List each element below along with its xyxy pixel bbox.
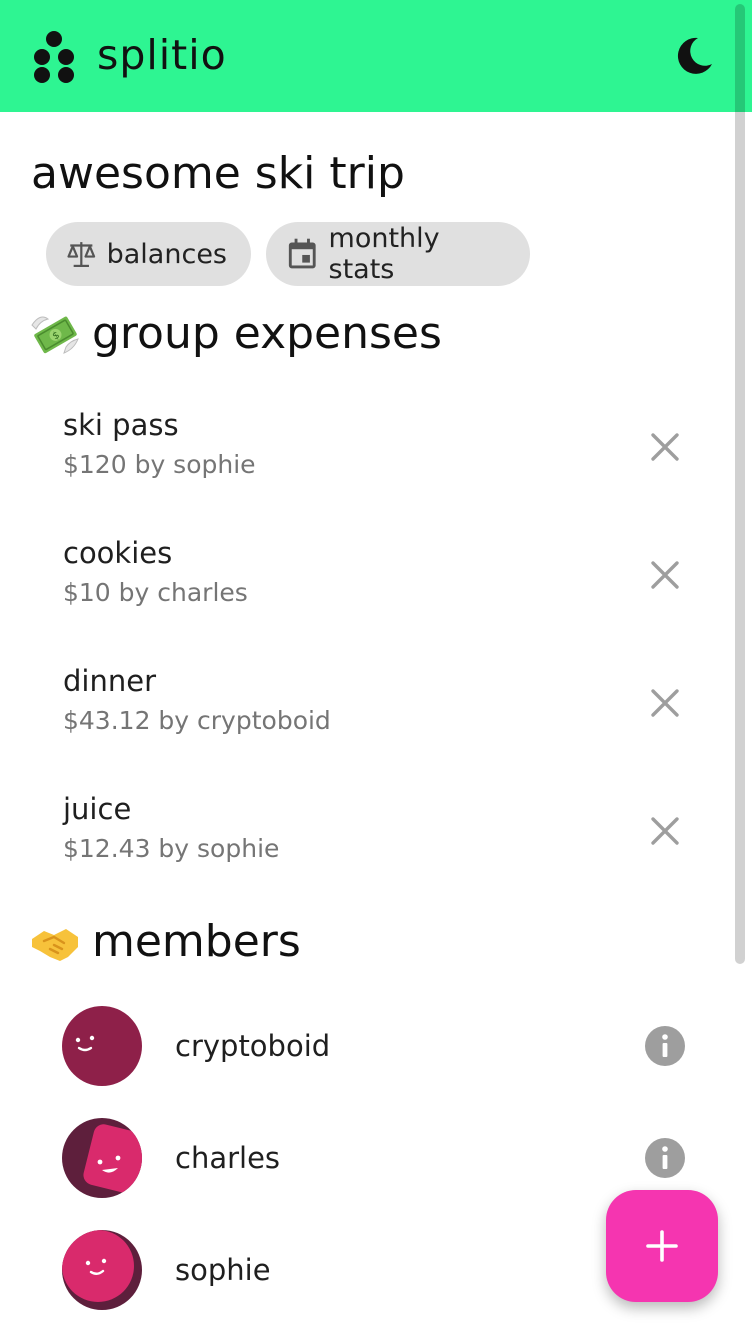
member-name: sophie: [175, 1253, 271, 1287]
member-name: cryptoboid: [175, 1029, 331, 1063]
expense-detail: $43.12 by cryptoboid: [63, 706, 331, 735]
app-bar: splitio: [0, 0, 752, 112]
avatar: [62, 1230, 142, 1310]
close-icon[interactable]: [645, 427, 685, 467]
expenses-title-text: group expenses: [92, 308, 442, 359]
splitio-logo-icon: [34, 31, 74, 83]
moon-icon[interactable]: [672, 34, 716, 78]
members-title-text: members: [92, 916, 301, 967]
expense-name: cookies: [63, 536, 173, 570]
balances-chip[interactable]: balances: [46, 222, 251, 286]
plus-icon: [646, 1230, 678, 1262]
close-icon[interactable]: [645, 555, 685, 595]
avatar: [62, 1006, 142, 1086]
expense-name: ski pass: [63, 408, 179, 442]
handshake-icon: [32, 929, 78, 961]
calendar-icon: [288, 238, 316, 269]
page-title: awesome ski trip: [31, 148, 405, 199]
members-section-title: members: [30, 912, 301, 972]
expense-name: dinner: [63, 664, 156, 698]
close-icon[interactable]: [645, 683, 685, 723]
expense-item[interactable]: ski pass $120 by sophie: [0, 405, 735, 533]
member-row[interactable]: cryptoboid: [0, 1000, 735, 1112]
money-with-wings-icon: $: [31, 316, 79, 354]
expense-detail: $120 by sophie: [63, 450, 256, 479]
add-expense-button[interactable]: [606, 1190, 718, 1302]
scale-icon: [67, 242, 96, 268]
expense-detail: $12.43 by sophie: [63, 834, 280, 863]
expense-detail: $10 by charles: [63, 578, 248, 607]
expenses-section-title: $ group expenses: [30, 304, 442, 364]
scrollbar[interactable]: [735, 4, 745, 964]
avatar: [62, 1118, 142, 1198]
info-icon[interactable]: [644, 1137, 686, 1179]
info-icon[interactable]: [644, 1025, 686, 1067]
monthly-stats-chip[interactable]: monthly stats: [266, 222, 530, 286]
brand-name: splitio: [97, 31, 227, 79]
monthly-stats-chip-label: monthly stats: [328, 223, 440, 285]
expense-item[interactable]: cookies $10 by charles: [0, 533, 735, 661]
expense-name: juice: [63, 792, 132, 826]
balances-chip-label: balances: [106, 238, 227, 270]
expense-item[interactable]: dinner $43.12 by cryptoboid: [0, 661, 735, 789]
close-icon[interactable]: [645, 811, 685, 851]
expense-item[interactable]: juice $12.43 by sophie: [0, 789, 735, 917]
member-name: charles: [175, 1141, 281, 1175]
